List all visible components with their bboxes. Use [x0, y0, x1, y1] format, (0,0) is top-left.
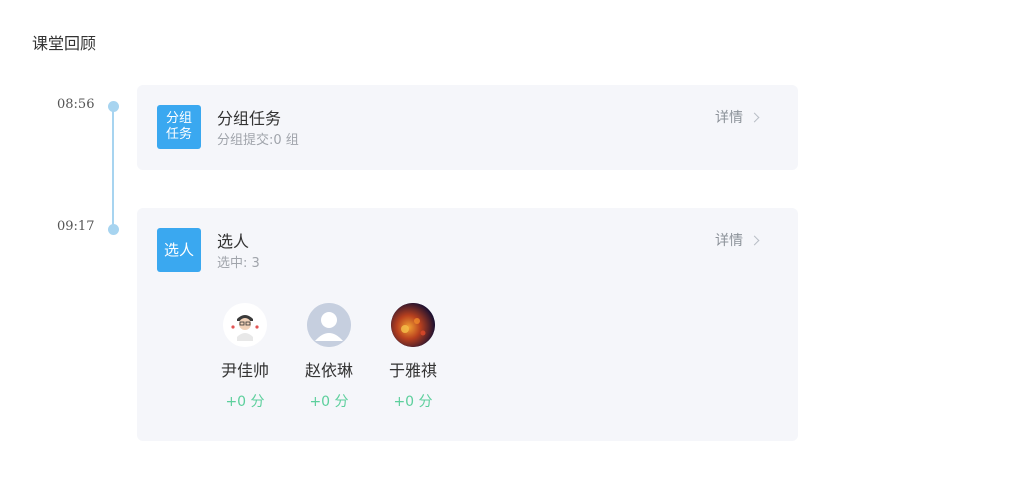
student-item: 赵依琳 +0 分	[301, 303, 357, 411]
card-title: 选人	[217, 232, 250, 251]
group-task-badge: 分组 任务	[157, 105, 201, 149]
page-title: 课堂回顾	[32, 34, 97, 53]
chevron-right-icon	[749, 235, 760, 246]
card-title: 分组任务	[217, 109, 282, 128]
event-time: 09:17	[57, 219, 95, 234]
timeline-dot	[107, 223, 119, 235]
class-review-page: 课堂回顾 08:56 分组 任务 分组任务 分组提交:0 组 详情 09:17 …	[0, 0, 1024, 490]
selected-students: 尹佳帅 +0 分 赵依琳 +0 分 于雅祺 +0 分	[217, 303, 441, 411]
student-score: +0 分	[309, 394, 349, 410]
default-avatar-icon	[307, 303, 351, 347]
detail-link[interactable]: 详情	[715, 230, 760, 250]
photo-avatar-icon	[391, 303, 435, 347]
detail-label: 详情	[715, 233, 743, 249]
student-name: 赵依琳	[304, 361, 353, 380]
event-time: 08:56	[57, 97, 95, 112]
pick-student-card: 选人 选人 选中: 3 详情 尹佳帅 +0 分 赵依琳 +0 分 于雅祺 +0 …	[137, 208, 798, 441]
detail-link[interactable]: 详情	[715, 107, 760, 127]
card-subtitle: 选中: 3	[217, 256, 260, 271]
timeline-dot	[107, 100, 119, 112]
badge-line: 选人	[163, 241, 194, 259]
student-name: 尹佳帅	[220, 361, 269, 380]
chevron-right-icon	[749, 112, 760, 123]
pick-student-badge: 选人	[157, 228, 201, 272]
timeline-line	[112, 106, 114, 229]
badge-line: 任务	[165, 127, 192, 142]
student-score: +0 分	[225, 394, 265, 410]
group-task-card: 分组 任务 分组任务 分组提交:0 组 详情	[137, 85, 798, 170]
detail-label: 详情	[715, 110, 743, 126]
badge-line: 分组	[165, 111, 192, 126]
student-name: 于雅祺	[388, 361, 437, 380]
student-score: +0 分	[393, 394, 433, 410]
cartoon-avatar-icon	[223, 303, 267, 347]
student-item: 于雅祺 +0 分	[385, 303, 441, 411]
card-subtitle: 分组提交:0 组	[217, 133, 299, 148]
student-item: 尹佳帅 +0 分	[217, 303, 273, 411]
